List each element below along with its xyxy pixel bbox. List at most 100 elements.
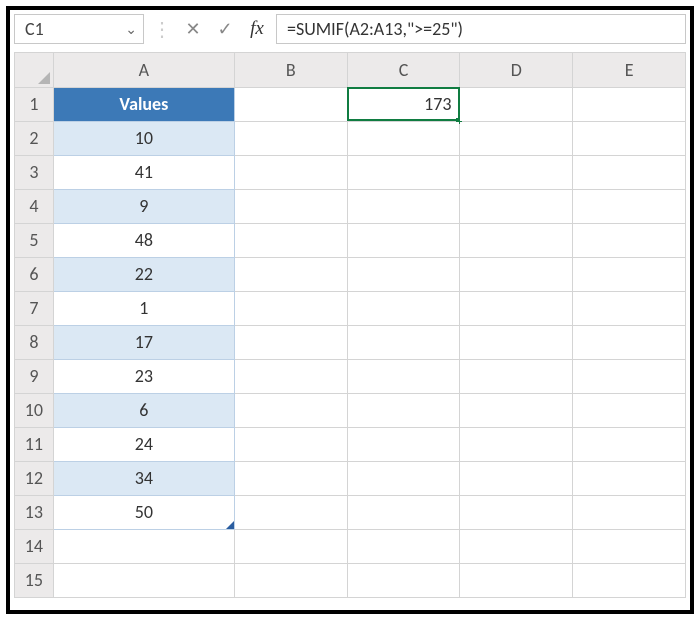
cell[interactable] (234, 563, 347, 597)
cell[interactable] (460, 359, 573, 393)
col-header-A[interactable]: A (53, 53, 234, 87)
row-header[interactable]: 13 (15, 495, 53, 529)
cell[interactable] (460, 155, 573, 189)
cell[interactable] (573, 325, 686, 359)
row-header[interactable]: 15 (15, 563, 53, 597)
row-header[interactable]: 4 (15, 189, 53, 223)
cell[interactable] (347, 189, 460, 223)
cell[interactable] (234, 495, 347, 529)
row-header[interactable]: 1 (15, 87, 53, 121)
cell[interactable] (234, 359, 347, 393)
cell[interactable] (460, 427, 573, 461)
cell[interactable] (460, 189, 573, 223)
cell[interactable] (234, 257, 347, 291)
col-header-C[interactable]: C (347, 53, 460, 87)
cell[interactable] (460, 121, 573, 155)
cell[interactable] (460, 495, 573, 529)
cell[interactable] (347, 325, 460, 359)
table-header-cell[interactable]: Values (53, 87, 234, 121)
cell[interactable] (460, 325, 573, 359)
cell[interactable] (234, 427, 347, 461)
cancel-icon[interactable]: ✕ (180, 16, 206, 42)
table-cell[interactable]: 23 (53, 359, 234, 393)
cell[interactable] (347, 223, 460, 257)
cell[interactable] (347, 427, 460, 461)
row-header[interactable]: 9 (15, 359, 53, 393)
enter-icon[interactable]: ✓ (212, 16, 238, 42)
cell[interactable] (460, 223, 573, 257)
cell[interactable] (573, 291, 686, 325)
cell[interactable] (234, 223, 347, 257)
cell[interactable] (347, 393, 460, 427)
table-cell[interactable]: 41 (53, 155, 234, 189)
row-header[interactable]: 2 (15, 121, 53, 155)
table-cell[interactable]: 48 (53, 223, 234, 257)
cell[interactable] (573, 427, 686, 461)
cell[interactable] (460, 461, 573, 495)
cell[interactable] (573, 495, 686, 529)
cell[interactable] (347, 291, 460, 325)
cell[interactable] (573, 563, 686, 597)
col-header-E[interactable]: E (573, 53, 686, 87)
cell[interactable] (234, 189, 347, 223)
row-header[interactable]: 8 (15, 325, 53, 359)
table-cell-last[interactable]: 50 (53, 495, 234, 529)
cell[interactable] (234, 291, 347, 325)
row-header[interactable]: 3 (15, 155, 53, 189)
row-header[interactable]: 6 (15, 257, 53, 291)
cell[interactable] (347, 529, 460, 563)
cell[interactable] (234, 121, 347, 155)
cell[interactable] (573, 189, 686, 223)
table-cell[interactable]: 9 (53, 189, 234, 223)
table-cell[interactable]: 22 (53, 257, 234, 291)
cell[interactable] (573, 87, 686, 121)
cell[interactable] (573, 155, 686, 189)
row-header[interactable]: 10 (15, 393, 53, 427)
cell[interactable] (234, 461, 347, 495)
row-header[interactable]: 11 (15, 427, 53, 461)
select-all-corner[interactable] (15, 53, 53, 87)
cell[interactable] (573, 257, 686, 291)
table-cell[interactable]: 10 (53, 121, 234, 155)
cell[interactable] (347, 495, 460, 529)
cell[interactable] (234, 325, 347, 359)
col-header-B[interactable]: B (234, 53, 347, 87)
col-header-D[interactable]: D (460, 53, 573, 87)
chevron-down-icon[interactable]: ⌄ (125, 21, 137, 38)
cell[interactable] (573, 529, 686, 563)
row-header[interactable]: 12 (15, 461, 53, 495)
cell[interactable] (53, 529, 234, 563)
table-cell[interactable]: 1 (53, 291, 234, 325)
cell[interactable] (460, 291, 573, 325)
row-header[interactable]: 5 (15, 223, 53, 257)
cell[interactable] (347, 461, 460, 495)
cell[interactable] (234, 155, 347, 189)
cell[interactable] (573, 393, 686, 427)
table-cell[interactable]: 24 (53, 427, 234, 461)
cell-C1-selected[interactable]: 173 (347, 87, 460, 121)
cell[interactable] (347, 359, 460, 393)
row-header[interactable]: 7 (15, 291, 53, 325)
worksheet-grid[interactable]: A B C D E 1 Values 173 2 10 3 41 (14, 52, 686, 598)
cell[interactable] (573, 461, 686, 495)
name-box[interactable]: C1 ⌄ (14, 14, 144, 44)
cell[interactable] (234, 393, 347, 427)
cell[interactable] (347, 563, 460, 597)
table-cell[interactable]: 6 (53, 393, 234, 427)
cell[interactable] (234, 529, 347, 563)
row-header[interactable]: 14 (15, 529, 53, 563)
cell[interactable] (53, 563, 234, 597)
cell[interactable] (460, 529, 573, 563)
cell[interactable] (347, 121, 460, 155)
cell[interactable] (460, 563, 573, 597)
cell[interactable] (234, 87, 347, 121)
cell[interactable] (347, 155, 460, 189)
formula-input[interactable]: =SUMIF(A2:A13,">=25") (276, 14, 686, 44)
fx-icon[interactable]: fx (244, 16, 270, 42)
cell[interactable] (460, 393, 573, 427)
cell[interactable] (573, 223, 686, 257)
cell[interactable] (573, 121, 686, 155)
table-cell[interactable]: 17 (53, 325, 234, 359)
cell[interactable] (573, 359, 686, 393)
cell[interactable] (460, 257, 573, 291)
